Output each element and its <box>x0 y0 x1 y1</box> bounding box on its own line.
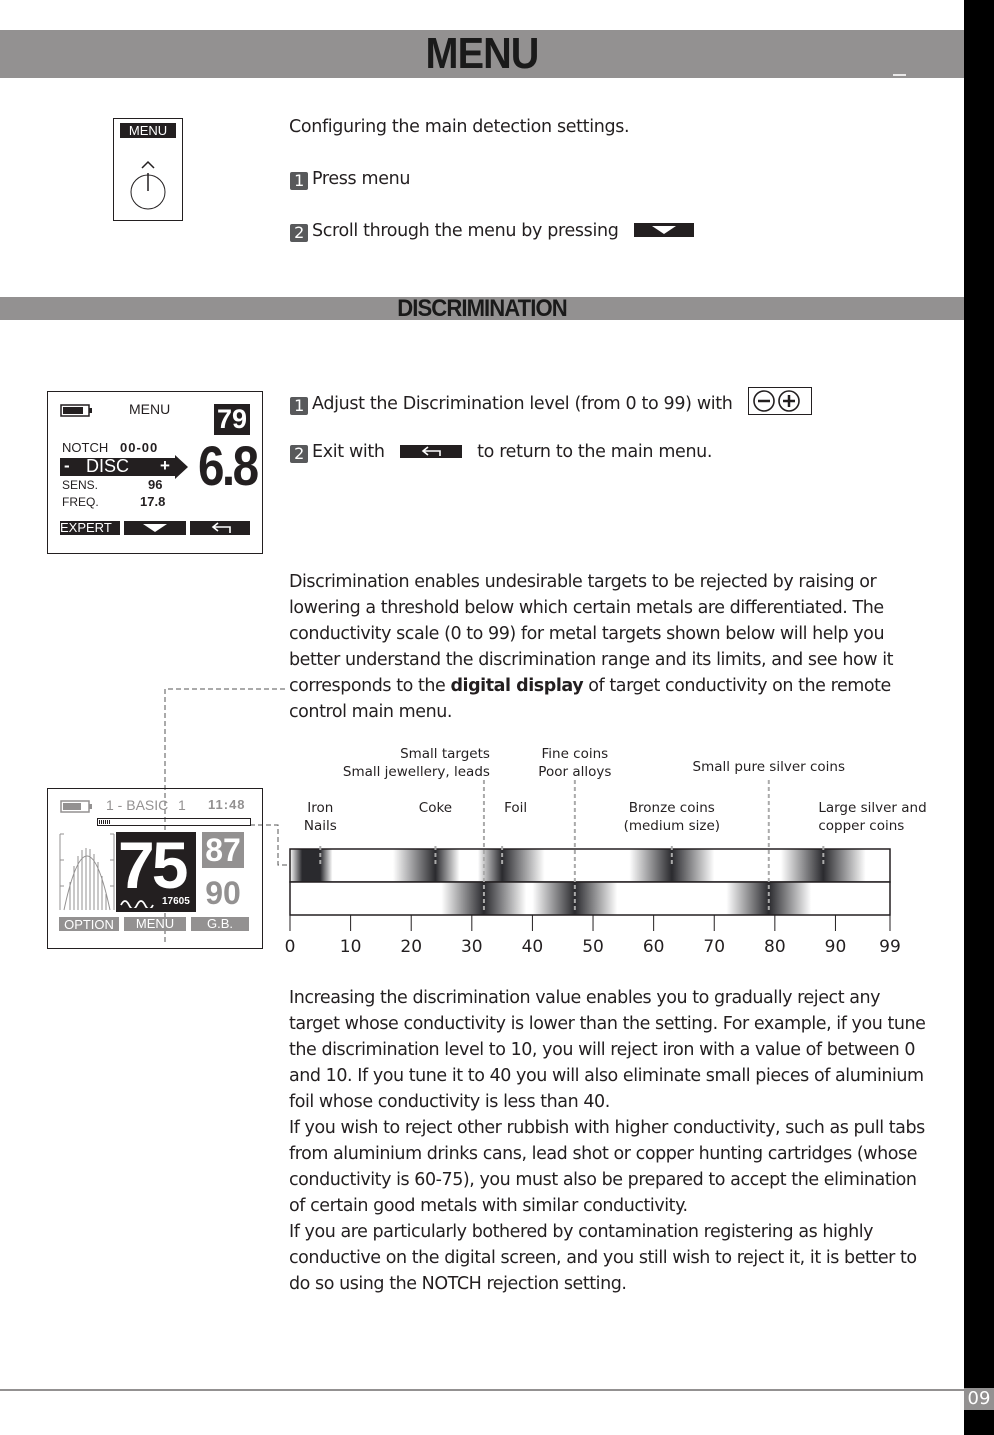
scale-tick-label: 70 <box>703 937 725 957</box>
scale-tick-label: 30 <box>461 937 483 957</box>
paragraph-text: If you wish to reject other rubbish with… <box>289 1118 925 1216</box>
target-label: Nails <box>304 818 337 834</box>
scale-tick-label: 0 <box>285 937 296 957</box>
target-label: Small targets <box>400 746 490 762</box>
conductivity-scale-graphic: 0 10 20 30 40 50 60 70 80 90 99 Iron Nails Coke Foil Br… <box>285 746 927 957</box>
paragraph-text: Increasing the discrimination value enab… <box>289 988 926 1112</box>
scale-tick-label: 80 <box>764 937 786 957</box>
footer-divider <box>0 1389 964 1391</box>
scale-tick-label: 99 <box>879 937 901 957</box>
target-label: Poor alloys <box>538 764 611 780</box>
target-label: Iron <box>307 800 333 816</box>
conductivity-scale: 0 10 20 30 40 50 60 70 80 90 99 Iron Nails Coke Foil Br… <box>0 0 964 980</box>
target-label: Large silver and <box>818 800 926 816</box>
scale-tick-label: 40 <box>522 937 544 957</box>
target-label: Fine coins <box>541 746 608 762</box>
page-number: 09 <box>964 1388 994 1410</box>
scale-tick-label: 10 <box>340 937 362 957</box>
target-label: Small pure silver coins <box>693 759 845 775</box>
scale-tick-label: 90 <box>825 937 847 957</box>
target-label: Bronze coins <box>629 800 715 816</box>
scale-row-1 <box>289 848 891 883</box>
scale-tick-label: 20 <box>400 937 422 957</box>
target-label: (medium size) <box>624 818 720 834</box>
target-label: Coke <box>419 800 452 816</box>
scale-tick-label: 50 <box>582 937 604 957</box>
target-label: Foil <box>504 800 527 816</box>
paragraph-text: If you are particularly bothered by cont… <box>289 1222 917 1294</box>
target-label: copper coins <box>818 818 904 834</box>
increasing-discrimination-paragraph: Increasing the discrimination value enab… <box>289 985 929 1297</box>
scale-tick-label: 60 <box>643 937 665 957</box>
target-label: Small jewellery, leads <box>343 764 490 780</box>
scale-row-2 <box>289 881 891 916</box>
